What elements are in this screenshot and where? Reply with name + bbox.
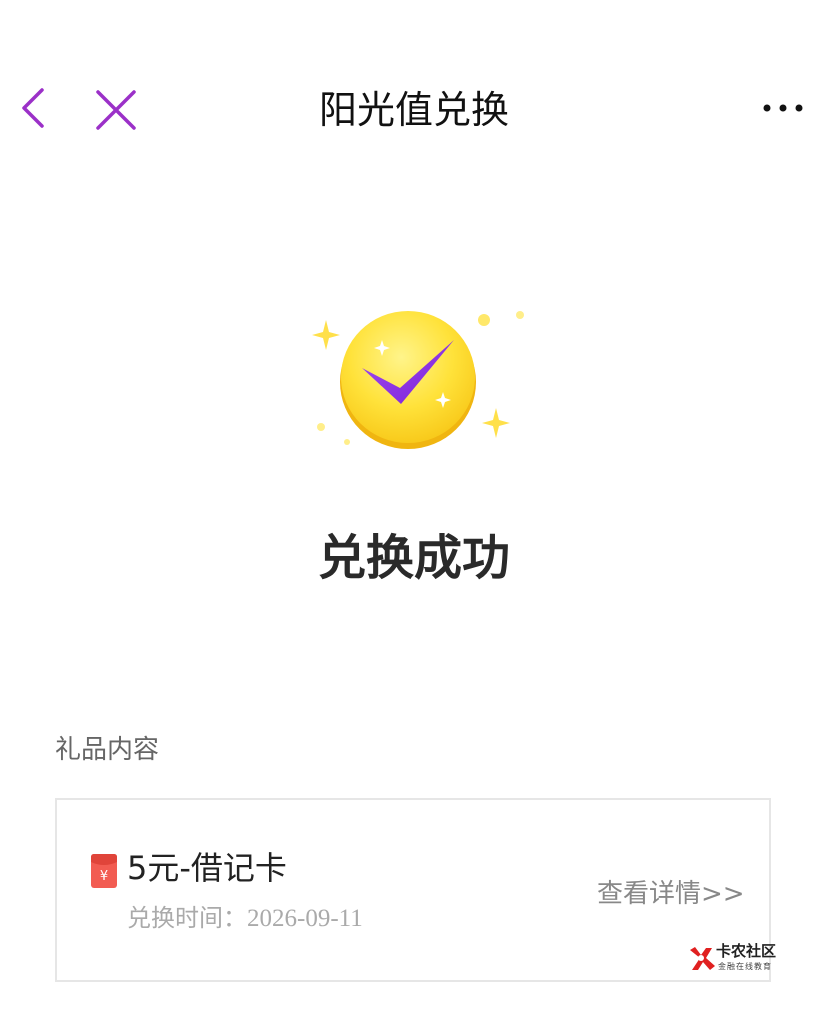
watermark-subtitle: 金融在线教育 bbox=[718, 962, 772, 971]
success-status-text: 兑换成功 bbox=[317, 530, 510, 586]
gift-name: 5元-借记卡 bbox=[127, 849, 287, 887]
page: 阳光值兑换 兑换成功 礼品内容 ¥ 5元-借记卡 兑换时间：2026-09-11… bbox=[0, 0, 828, 1010]
svg-text:¥: ¥ bbox=[100, 869, 108, 884]
header-bar: 阳光值兑换 bbox=[0, 60, 828, 160]
check-coin-icon bbox=[312, 311, 524, 449]
gift-redeem-time: 兑换时间：2026-09-11 bbox=[127, 900, 363, 937]
more-button[interactable] bbox=[760, 96, 806, 120]
red-envelope-icon: ¥ bbox=[91, 854, 117, 888]
view-details-link[interactable]: 查看详情>> bbox=[597, 874, 745, 914]
watermark: 卡农社区 金融在线教育 bbox=[686, 942, 786, 976]
gift-card: ¥ 5元-借记卡 兑换时间：2026-09-11 查看详情>> bbox=[55, 798, 771, 982]
success-illustration bbox=[304, 298, 538, 468]
gift-time-value: 2026-09-11 bbox=[247, 905, 363, 932]
gift-time-label: 兑换时间： bbox=[127, 904, 247, 932]
watermark-title: 卡农社区 bbox=[716, 942, 777, 960]
gift-section-label: 礼品内容 bbox=[55, 735, 160, 765]
page-title: 阳光值兑换 bbox=[318, 88, 509, 132]
more-dots-icon bbox=[763, 104, 803, 112]
watermark-logo-icon bbox=[690, 947, 715, 970]
